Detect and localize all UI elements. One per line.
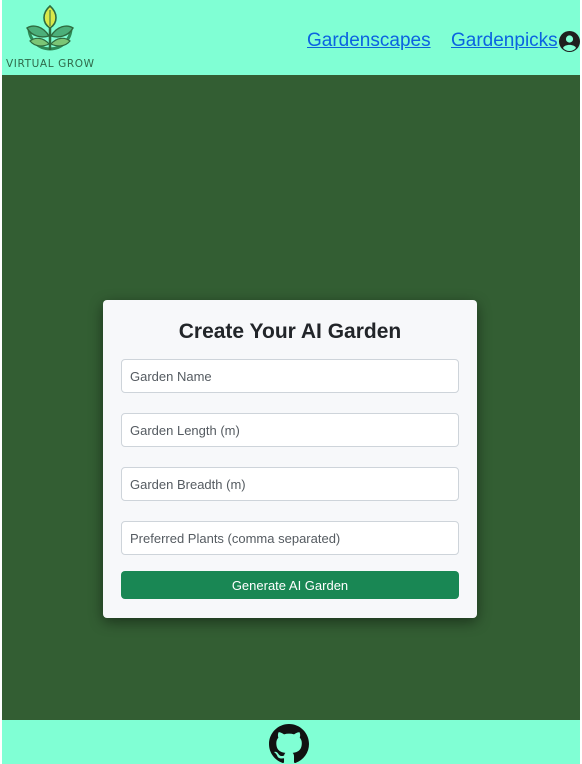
- site-footer: [2, 720, 580, 764]
- nav-link-gardenpicks[interactable]: Gardenpicks: [451, 30, 558, 52]
- account-button[interactable]: [559, 31, 580, 52]
- garden-length-input[interactable]: [121, 413, 459, 447]
- user-circle-icon: [559, 31, 580, 52]
- github-icon: [269, 724, 309, 764]
- main-content: Create Your AI Garden Generate AI Garden: [2, 75, 580, 720]
- plant-sprout-logo-icon: [26, 4, 74, 51]
- site-header: VIRTUAL GROW Gardenscapes Gardenpicks: [2, 0, 580, 75]
- nav-link-gardenscapes[interactable]: Gardenscapes: [307, 30, 431, 52]
- brand-logo[interactable]: VIRTUAL GROW: [6, 4, 94, 70]
- form-title: Create Your AI Garden: [178, 320, 402, 343]
- garden-name-input[interactable]: [121, 359, 459, 393]
- generate-ai-garden-button[interactable]: Generate AI Garden: [121, 571, 459, 599]
- create-garden-form: Create Your AI Garden Generate AI Garden: [103, 300, 477, 618]
- garden-breadth-input[interactable]: [121, 467, 459, 501]
- preferred-plants-input[interactable]: [121, 521, 459, 555]
- brand-name: VIRTUAL GROW: [6, 58, 95, 70]
- github-link[interactable]: [269, 724, 309, 764]
